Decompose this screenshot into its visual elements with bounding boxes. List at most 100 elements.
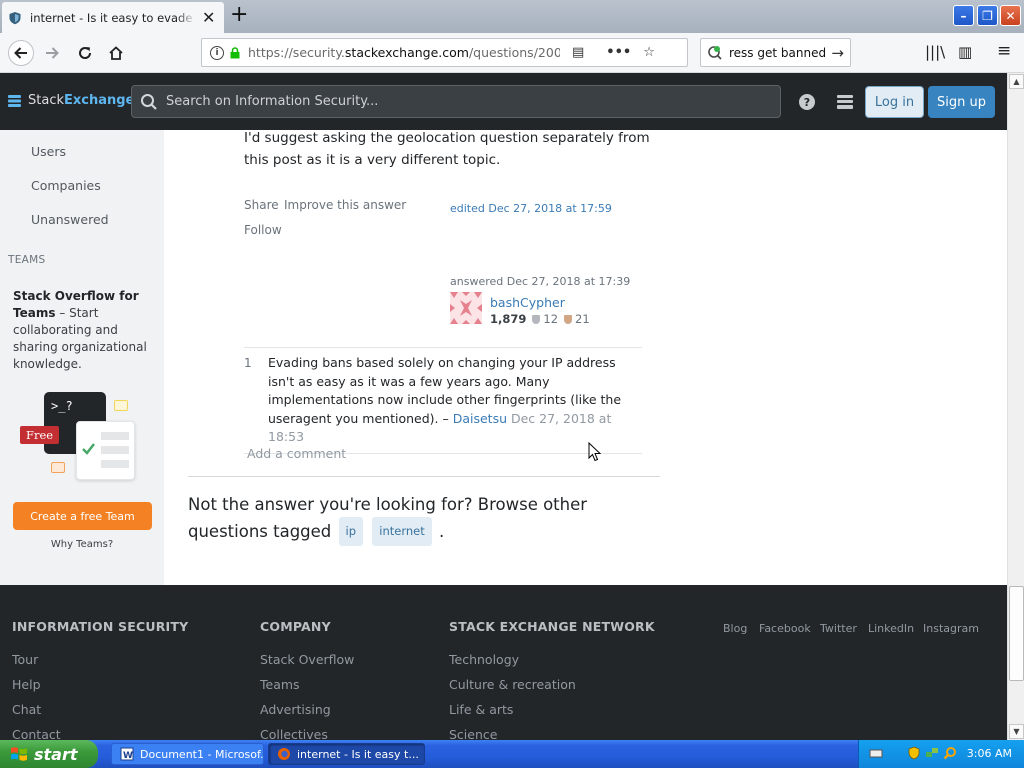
footer-link-advertising[interactable]: Advertising: [260, 702, 331, 717]
footer-link-help[interactable]: Help: [12, 677, 41, 692]
comment-dash: –: [438, 410, 453, 426]
window-close-button[interactable]: ✕: [1000, 5, 1021, 26]
footer-link-linkedin[interactable]: LinkedIn: [868, 622, 914, 635]
footer-heading-information-security[interactable]: INFORMATION SECURITY: [12, 619, 188, 634]
system-clock[interactable]: 3:06 AM: [967, 747, 1012, 760]
browser-tab-active[interactable]: internet - Is it easy to evade a ban ✕: [2, 2, 224, 33]
bookmark-star-icon[interactable]: ☆: [643, 45, 655, 60]
scroll-down-arrow-icon[interactable]: ▼: [1009, 724, 1024, 739]
left-sidebar: Users Companies Unanswered TEAMS Stack O…: [0, 130, 164, 585]
comment-body: Evading bans based solely on changing yo…: [268, 354, 642, 447]
user-avatar[interactable]: [450, 292, 482, 324]
stackexchange-logo[interactable]: Stack Exchange: [8, 93, 134, 108]
chat-bubble-yellow-icon: [114, 400, 128, 411]
reload-icon[interactable]: [73, 41, 97, 65]
logo-exchange-text: Exchange: [64, 93, 135, 108]
footer-link-blog[interactable]: Blog: [723, 622, 747, 635]
start-label: start: [34, 744, 78, 764]
tab-close-icon[interactable]: ✕: [202, 9, 215, 26]
scroll-up-arrow-icon[interactable]: ▲: [1009, 74, 1024, 89]
address-bar[interactable]: i https://security.stackexchange.com/que…: [201, 38, 688, 67]
back-arrow-icon[interactable]: [8, 40, 34, 66]
signup-button[interactable]: Sign up: [928, 86, 995, 118]
silver-badge-icon: [532, 314, 541, 324]
google-search-icon: [708, 45, 722, 60]
why-teams-link[interactable]: Why Teams?: [0, 539, 164, 550]
footer-link-stack-overflow[interactable]: Stack Overflow: [260, 652, 354, 667]
search-tray-icon[interactable]: [943, 746, 957, 760]
site-info-icon[interactable]: i: [210, 45, 224, 60]
security-shield-tray-icon[interactable]: [907, 746, 921, 760]
hamburger-menu-icon[interactable]: ≡: [997, 41, 1011, 61]
sidebar-toggle-icon[interactable]: ▥: [958, 43, 972, 61]
start-button[interactable]: start: [0, 740, 98, 768]
login-button[interactable]: Log in: [865, 86, 924, 118]
edited-timestamp-link[interactable]: edited Dec 27, 2018 at 17:59: [450, 202, 612, 215]
footer-link-instagram[interactable]: Instagram: [923, 622, 979, 635]
footer-link-science[interactable]: Science: [449, 727, 497, 740]
windows-taskbar: start W Document1 - Microsof... internet…: [0, 740, 1024, 768]
terminal-prompt-text: >_?: [51, 399, 73, 413]
site-search-input[interactable]: Search on Information Security...: [131, 85, 781, 118]
not-the-answer-text: Not the answer you're looking for? Brows…: [188, 492, 668, 546]
browser-navbar: i https://security.stackexchange.com/que…: [0, 33, 1024, 73]
footer-link-life-arts[interactable]: Life & arts: [449, 702, 513, 717]
checklist-icon: [82, 432, 129, 468]
search-icon: [141, 93, 157, 110]
mouse-cursor-icon: [588, 442, 602, 462]
create-free-team-button[interactable]: Create a free Team: [13, 502, 152, 530]
comment: 1 Evading bans based solely on changing …: [244, 348, 642, 454]
network-icon[interactable]: [925, 746, 939, 760]
taskbar-item-word[interactable]: W Document1 - Microsof...: [111, 743, 264, 765]
footer-link-collectives[interactable]: Collectives: [260, 727, 328, 740]
security-shield-icon: [9, 11, 21, 24]
sidebar-item-users[interactable]: Users: [31, 144, 66, 159]
reader-view-icon[interactable]: ▤: [572, 45, 584, 60]
footer-link-tour[interactable]: Tour: [12, 652, 38, 667]
section-divider: [188, 476, 660, 477]
footer-link-culture-recreation[interactable]: Culture & recreation: [449, 677, 576, 692]
site-switcher-icon[interactable]: [837, 95, 853, 109]
user-name-link[interactable]: bashCypher: [490, 295, 565, 310]
window-restore-button[interactable]: ❐: [977, 5, 998, 26]
tag-ip[interactable]: ip: [338, 517, 364, 546]
library-icon[interactable]: |||\: [925, 43, 945, 61]
share-link[interactable]: Share: [244, 198, 279, 212]
follow-link[interactable]: Follow: [244, 223, 282, 237]
scrollbar-thumb[interactable]: [1009, 586, 1024, 681]
window-minimize-button[interactable]: –: [953, 5, 974, 26]
taskbar-item-firefox[interactable]: internet - Is it easy t...: [268, 743, 425, 765]
footer-link-facebook[interactable]: Facebook: [759, 622, 811, 635]
sidebar-item-unanswered[interactable]: Unanswered: [31, 212, 109, 227]
footer-link-teams[interactable]: Teams: [260, 677, 300, 692]
system-tray: 3:06 AM: [858, 740, 1024, 768]
footer-link-technology[interactable]: Technology: [449, 652, 519, 667]
sentence-end: .: [439, 522, 445, 541]
page-actions-icon[interactable]: •••: [606, 45, 631, 60]
keyboard-icon[interactable]: [869, 746, 883, 760]
help-icon[interactable]: ?: [799, 94, 815, 110]
improve-answer-link[interactable]: Improve this answer: [284, 198, 406, 212]
page-scrollbar[interactable]: ▲ ▼: [1007, 73, 1024, 740]
home-icon[interactable]: [104, 41, 128, 65]
footer-heading-company[interactable]: COMPANY: [260, 619, 331, 634]
forward-arrow-icon[interactable]: [40, 41, 64, 65]
free-badge: Free: [20, 426, 60, 444]
silver-badge-count: 12: [543, 312, 559, 326]
search-bar[interactable]: ress get banned →: [700, 38, 851, 67]
comment-user-link[interactable]: Daisetsu: [453, 411, 507, 426]
footer-link-contact[interactable]: Contact: [12, 727, 61, 740]
footer-heading-stack-exchange-network[interactable]: STACK EXCHANGE NETWORK: [449, 619, 655, 634]
taskbar-word-label: Document1 - Microsof...: [140, 747, 264, 761]
answered-timestamp: answered Dec 27, 2018 at 17:39: [450, 275, 631, 288]
add-comment-link[interactable]: Add a comment: [247, 446, 346, 461]
tag-internet[interactable]: internet: [372, 517, 432, 546]
footer-link-twitter[interactable]: Twitter: [820, 622, 857, 635]
footer-link-chat[interactable]: Chat: [12, 702, 41, 717]
new-tab-button[interactable]: +: [230, 4, 248, 26]
lock-icon: [230, 46, 240, 58]
sidebar-item-companies[interactable]: Companies: [31, 178, 101, 193]
logo-stack-text: Stack: [28, 93, 64, 108]
comment-score: 1: [244, 356, 252, 370]
search-go-arrow-icon[interactable]: →: [831, 44, 844, 62]
